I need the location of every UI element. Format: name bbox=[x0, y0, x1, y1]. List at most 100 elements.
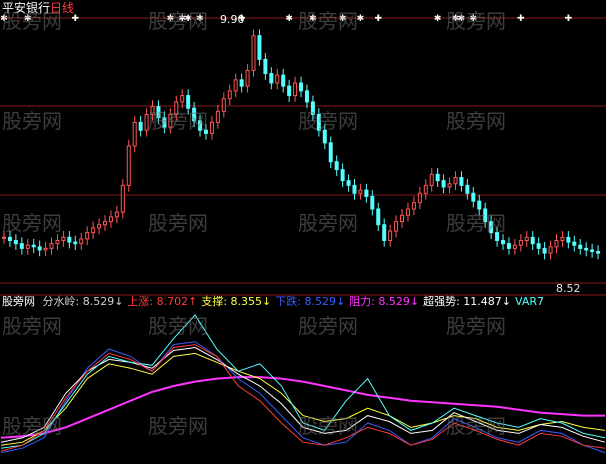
candle-body bbox=[590, 249, 595, 253]
candle-body bbox=[43, 247, 48, 251]
candle-body bbox=[37, 246, 42, 251]
signal-marker: ✚ bbox=[565, 14, 573, 24]
candle-body bbox=[168, 114, 173, 128]
candle-body bbox=[108, 216, 113, 223]
candle-body bbox=[61, 236, 66, 242]
candle-body bbox=[239, 79, 244, 87]
candle-body bbox=[269, 73, 274, 84]
candle-body bbox=[429, 173, 434, 186]
signal-marker: ✱ bbox=[167, 14, 175, 24]
indicator-legend-item: 分水岭: 8.529↓ bbox=[42, 295, 124, 308]
candle-body bbox=[49, 243, 54, 249]
candle-body bbox=[542, 247, 547, 254]
candle-body bbox=[358, 189, 363, 194]
candle-body bbox=[2, 236, 6, 239]
candle-body bbox=[471, 192, 476, 202]
candle-body bbox=[25, 244, 30, 249]
indicator-legend-item: 下跌: 8.529↓ bbox=[275, 295, 346, 308]
candle-body bbox=[13, 240, 18, 245]
candle-body bbox=[524, 236, 529, 242]
candle-body bbox=[328, 142, 333, 163]
candle-body bbox=[536, 243, 541, 249]
indicator-legend-item: 超强势: 11.487↓ bbox=[423, 295, 512, 308]
candle-body bbox=[435, 173, 440, 182]
candle-body bbox=[114, 211, 119, 218]
candle-body bbox=[156, 106, 161, 119]
signal-marker: ✱ bbox=[24, 14, 32, 24]
candle-body bbox=[334, 161, 339, 171]
indicator-legend: 股旁网 分水岭: 8.529↓ 上涨: 8.702↑ 支撑: 8.355↓ 下跌: 8… bbox=[2, 296, 548, 307]
indicator-legend-item: VAR7 bbox=[515, 295, 545, 308]
chart-background bbox=[0, 0, 606, 464]
candle-body bbox=[506, 243, 511, 249]
candle-body bbox=[364, 189, 369, 197]
candle-body bbox=[31, 244, 36, 248]
signal-marker: ✱ bbox=[0, 14, 8, 24]
candle-body bbox=[459, 177, 464, 186]
candle-body bbox=[221, 98, 226, 112]
candle-body bbox=[7, 236, 12, 242]
candle-body bbox=[453, 177, 458, 185]
candle-body bbox=[174, 101, 179, 116]
candle-body bbox=[293, 82, 298, 97]
indicator-legend-item: 阻力: 8.529↓ bbox=[349, 295, 420, 308]
candle-body bbox=[85, 232, 90, 240]
candle-body bbox=[209, 121, 214, 134]
candle-body bbox=[287, 85, 292, 97]
candle-body bbox=[233, 79, 238, 92]
candle-body bbox=[417, 192, 422, 204]
candle-body bbox=[304, 90, 309, 103]
candle-body bbox=[180, 95, 185, 103]
candle-body bbox=[512, 244, 517, 249]
candle-body bbox=[489, 221, 494, 234]
signal-marker: ✱ bbox=[285, 14, 293, 24]
candle-body bbox=[560, 236, 565, 242]
candle-body bbox=[441, 180, 446, 188]
indicator-title[interactable]: 股旁网 bbox=[2, 295, 35, 308]
candle-body bbox=[198, 120, 203, 131]
candle-body bbox=[257, 35, 262, 60]
candle-body bbox=[91, 227, 96, 234]
candle-body bbox=[388, 230, 393, 242]
candle-body bbox=[251, 35, 256, 71]
timeframe-label[interactable]: 日线 bbox=[50, 1, 74, 15]
candle-body bbox=[162, 117, 167, 128]
candle-body bbox=[447, 183, 452, 188]
candle-body bbox=[596, 251, 601, 254]
candle-body bbox=[501, 240, 506, 245]
candle-body bbox=[79, 238, 84, 245]
indicator-legend-item: 支撑: 8.355↓ bbox=[201, 295, 272, 308]
candle-body bbox=[192, 107, 197, 122]
candle-body bbox=[578, 244, 583, 249]
signal-marker: ✱ bbox=[434, 14, 442, 24]
candle-body bbox=[102, 221, 107, 226]
candle-body bbox=[423, 184, 428, 194]
candle-body bbox=[120, 184, 125, 213]
candle-body bbox=[483, 208, 488, 223]
signal-marker: ✱ bbox=[196, 14, 204, 24]
candle-body bbox=[138, 121, 143, 131]
candle-body bbox=[340, 169, 345, 182]
signal-marker: ✱ bbox=[339, 14, 347, 24]
candle-body bbox=[376, 208, 381, 226]
candle-body bbox=[405, 208, 410, 216]
candle-body bbox=[400, 214, 405, 223]
candle-body bbox=[394, 221, 399, 232]
candle-body bbox=[227, 90, 232, 100]
candle-body bbox=[316, 114, 321, 131]
candle-body bbox=[530, 236, 535, 245]
candle-body bbox=[584, 247, 589, 251]
indicator-legend-item: 上涨: 8.702↑ bbox=[127, 295, 198, 308]
candle-body bbox=[299, 82, 304, 92]
candle-body bbox=[55, 240, 60, 245]
candle-body bbox=[310, 101, 315, 116]
signal-marker: ✱ bbox=[458, 14, 466, 24]
low-price-label: 8.52 bbox=[556, 282, 581, 295]
signal-marker: ✚ bbox=[374, 14, 382, 24]
stock-chart-canvas[interactable]: ✱ ✱ ✚ ✱ ✱✱ ✱ ✚ ✱ ✱ ✱ ✱ ✚ ✱ ✱✱ ✱ ✚ ✚ bbox=[0, 0, 606, 464]
candle-body bbox=[186, 95, 191, 109]
candle-body bbox=[97, 224, 102, 229]
signal-marker: ✱ bbox=[470, 14, 478, 24]
candle-body bbox=[203, 129, 208, 134]
candle-body bbox=[215, 110, 220, 123]
